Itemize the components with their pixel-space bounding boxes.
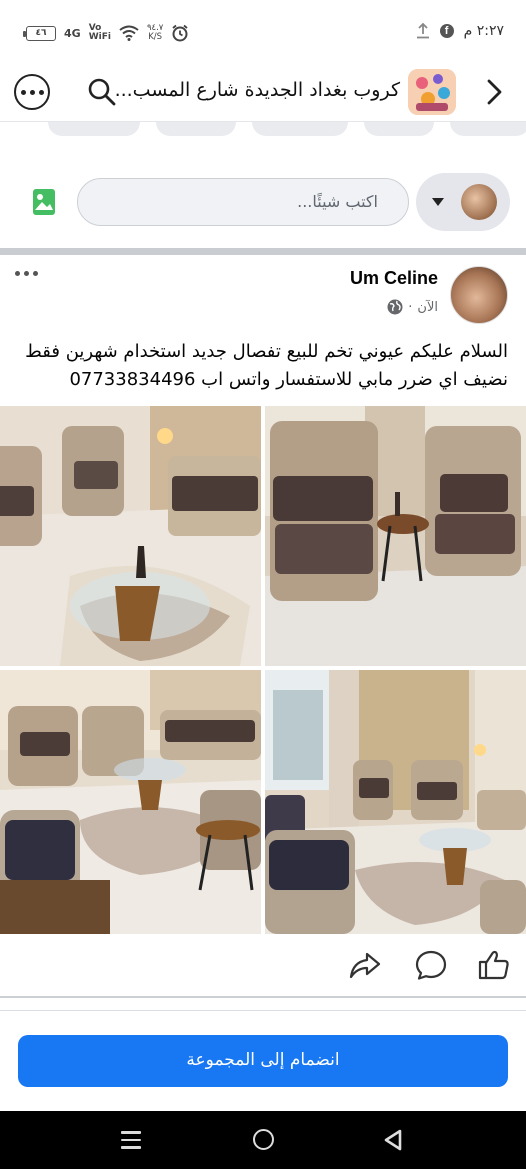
post-actions <box>0 934 526 998</box>
chevron-left-icon[interactable] <box>480 77 508 107</box>
more-options-button[interactable] <box>14 74 50 110</box>
meta-separator: · <box>408 299 413 315</box>
chip-row <box>0 122 526 138</box>
post-photo[interactable] <box>265 670 526 934</box>
search-icon[interactable] <box>86 76 118 108</box>
upload-icon <box>416 23 429 39</box>
filter-chip[interactable] <box>48 122 140 136</box>
speed-unit: K/S <box>148 32 163 42</box>
post-meta: الآن · <box>387 299 438 315</box>
post-photo[interactable] <box>0 406 261 666</box>
wifi-icon <box>119 25 139 41</box>
more-options-icon <box>20 89 26 95</box>
photo-icon[interactable] <box>32 188 56 216</box>
comment-icon[interactable] <box>414 948 448 982</box>
network-type: 4G <box>64 26 81 40</box>
alarm-icon <box>172 24 188 42</box>
clock: ٢:٢٧ م <box>463 23 504 39</box>
more-options-icon <box>15 271 20 276</box>
system-navigation-bar <box>0 1111 526 1169</box>
vowifi-indicator: Vo WiFi <box>89 24 111 42</box>
like-icon[interactable] <box>477 948 511 982</box>
filter-chip[interactable] <box>450 122 526 136</box>
battery-level: ٤٦ <box>35 27 47 38</box>
actions-divider <box>0 996 526 998</box>
filter-chip[interactable] <box>364 122 434 136</box>
post-composer: اكتب شيئًا... <box>0 156 526 248</box>
status-bar: ٤٦ 4G Vo WiFi ٩٤.٧ K/S f ٢:٢٧ م <box>0 0 526 62</box>
join-bar: انضمام إلى المجموعة <box>0 1010 526 1110</box>
post-photo[interactable] <box>0 670 261 934</box>
share-icon[interactable] <box>348 948 382 982</box>
post-photo[interactable] <box>265 406 526 666</box>
group-cover-thumbnail[interactable] <box>408 69 456 115</box>
group-title[interactable]: كروب بغداد الجديدة شارع المسب... <box>115 79 400 101</box>
composer-input[interactable]: اكتب شيئًا... <box>77 178 409 226</box>
post-more-button[interactable] <box>15 271 38 276</box>
filter-chip[interactable] <box>252 122 348 136</box>
section-divider <box>0 248 526 255</box>
join-group-button[interactable]: انضمام إلى المجموعة <box>18 1035 508 1087</box>
photo-grid <box>0 406 526 934</box>
network-speed: ٩٤.٧ K/S <box>147 24 163 42</box>
battery-icon: ٤٦ <box>23 25 56 41</box>
filter-chip[interactable] <box>156 122 236 136</box>
group-header: كروب بغداد الجديدة شارع المسب... <box>0 62 526 122</box>
avatar <box>461 184 497 220</box>
post-time[interactable]: الآن <box>417 300 438 315</box>
recent-apps-icon[interactable] <box>121 1131 141 1149</box>
post-text: السلام عليكم عيوني تخم للبيع تفصال جديد … <box>25 341 508 390</box>
back-icon[interactable] <box>383 1129 403 1151</box>
home-icon[interactable] <box>253 1129 274 1150</box>
globe-icon <box>387 299 403 315</box>
caret-down-icon <box>432 198 444 206</box>
facebook-notification-icon: f <box>439 24 454 38</box>
author-name[interactable]: Um Celine <box>350 268 438 289</box>
author-avatar[interactable] <box>450 266 508 324</box>
profile-switcher[interactable] <box>416 173 510 231</box>
vowifi-bottom: WiFi <box>88 32 111 42</box>
